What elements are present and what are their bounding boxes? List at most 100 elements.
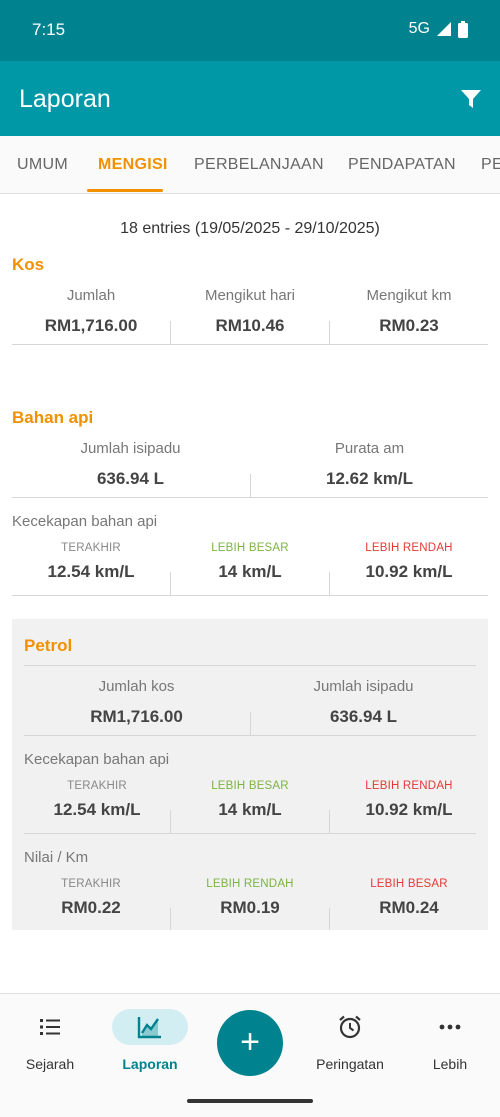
battery-icon	[458, 20, 468, 38]
petrol-per-km-title: Nilai / Km	[24, 849, 89, 866]
kos-per-day: Mengikut hari RM10.46	[171, 287, 329, 336]
status-bar: 7:15 5G	[0, 0, 500, 61]
kos-per-day-value: RM10.46	[215, 316, 285, 335]
petrol-total-cost-value: RM1,716.00	[90, 707, 183, 726]
section-title-petrol: Petrol	[24, 636, 73, 655]
petrol-pk-lower-value: RM0.19	[220, 898, 280, 917]
petrol-eff-higher: LEBIH BESAR 14 km/L	[171, 780, 329, 820]
kos-per-km: Mengikut km RM0.23	[330, 287, 488, 336]
petrol-total-cost: Jumlah kos RM1,716.00	[24, 678, 249, 727]
fuel-total-volume: Jumlah isipadu 636.94 L	[12, 440, 249, 489]
add-entry-button[interactable]: +	[217, 1010, 283, 1076]
petrol-pk-last: TERAKHIR RM0.22	[24, 878, 158, 918]
kos-per-day-label: Mengikut hari	[204, 287, 296, 304]
divider	[329, 321, 330, 344]
divider	[24, 735, 476, 736]
petrol-eff-last: TERAKHIR 12.54 km/L	[24, 780, 170, 820]
petrol-pk-higher-label: LEBIH BESAR	[370, 878, 448, 890]
app-bar: Laporan	[0, 61, 500, 136]
fuel-eff-lower: LEBIH RENDAH 10.92 km/L	[330, 542, 488, 582]
petrol-total-volume-label: Jumlah isipadu	[313, 678, 414, 695]
alarm-icon	[339, 1015, 361, 1039]
divider	[250, 712, 251, 735]
status-time: 7:15	[32, 20, 66, 39]
kos-total: Jumlah RM1,716.00	[12, 287, 170, 336]
petrol-pk-last-label: TERAKHIR	[61, 878, 121, 890]
divider	[24, 665, 476, 666]
section-title-bahan-api: Bahan api	[12, 408, 94, 427]
petrol-efficiency-title: Kecekapan bahan api	[24, 751, 170, 768]
fuel-eff-lower-label: LEBIH RENDAH	[365, 542, 453, 554]
divider	[12, 344, 488, 345]
divider	[12, 595, 488, 596]
tab-umum[interactable]: UMUM	[17, 156, 68, 174]
petrol-pk-lower: LEBIH RENDAH RM0.19	[171, 878, 329, 918]
divider	[170, 810, 171, 833]
nav-laporan-label: Laporan	[122, 1056, 178, 1072]
status-right: 5G	[409, 20, 468, 38]
petrol-eff-higher-value: 14 km/L	[218, 800, 282, 819]
tab-bar: UMUM MENGISI PERBELANJAAN PENDAPATAN PE	[0, 136, 500, 194]
nav-lebih[interactable]: Lebih	[405, 1010, 495, 1072]
fuel-eff-higher-label: LEBIH BESAR	[211, 542, 289, 554]
list-icon	[40, 1019, 60, 1035]
petrol-eff-last-value: 12.54 km/L	[53, 800, 141, 819]
petrol-eff-lower: LEBIH RENDAH 10.92 km/L	[330, 780, 488, 820]
petrol-pk-higher-value: RM0.24	[379, 898, 439, 917]
kos-total-value: RM1,716.00	[44, 316, 138, 335]
kos-per-km-value: RM0.23	[379, 316, 439, 335]
petrol-eff-lower-value: 10.92 km/L	[365, 800, 453, 819]
section-title-kos: Kos	[12, 255, 45, 274]
kos-per-km-label: Mengikut km	[366, 287, 452, 304]
nav-sejarah[interactable]: Sejarah	[5, 1010, 95, 1072]
fuel-average: Purata am 12.62 km/L	[251, 440, 488, 489]
fuel-eff-last: TERAKHIR 12.54 km/L	[12, 542, 170, 582]
divider	[329, 572, 330, 595]
page-title: Laporan	[19, 85, 111, 113]
divider	[170, 321, 171, 344]
fuel-efficiency-title: Kecekapan bahan api	[12, 513, 158, 530]
petrol-eff-lower-label: LEBIH RENDAH	[365, 780, 453, 792]
petrol-total-volume-value: 636.94 L	[329, 707, 398, 726]
fuel-average-label: Purata am	[334, 440, 405, 457]
petrol-pk-last-value: RM0.22	[61, 898, 121, 917]
fuel-eff-higher: LEBIH BESAR 14 km/L	[171, 542, 329, 582]
divider	[329, 810, 330, 833]
fuel-total-volume-value: 636.94 L	[96, 469, 165, 488]
more-icon	[439, 1024, 461, 1030]
divider	[24, 833, 476, 834]
divider	[12, 497, 488, 498]
tab-indicator	[87, 189, 163, 192]
nav-lebih-label: Lebih	[432, 1056, 468, 1072]
divider	[250, 474, 251, 497]
chart-icon	[137, 1017, 161, 1039]
petrol-total-cost-label: Jumlah kos	[98, 678, 175, 695]
nav-active-pill	[112, 1009, 188, 1045]
petrol-eff-higher-label: LEBIH BESAR	[211, 780, 289, 792]
petrol-eff-last-label: TERAKHIR	[67, 780, 127, 792]
nav-peringatan[interactable]: Peringatan	[305, 1010, 395, 1072]
petrol-pk-lower-label: LEBIH RENDAH	[206, 878, 294, 890]
network-label: 5G	[408, 20, 430, 37]
signal-icon	[437, 22, 451, 36]
tab-mengisi[interactable]: MENGISI	[98, 156, 168, 174]
tab-perbelanjaan[interactable]: PERBELANJAAN	[194, 156, 324, 174]
divider	[170, 572, 171, 595]
home-indicator[interactable]	[187, 1099, 313, 1103]
filter-icon[interactable]	[460, 88, 482, 110]
petrol-total-volume: Jumlah isipadu 636.94 L	[251, 678, 476, 727]
kos-total-label: Jumlah	[66, 287, 116, 304]
fuel-eff-last-value: 12.54 km/L	[47, 562, 135, 581]
petrol-pk-higher: LEBIH BESAR RM0.24	[330, 878, 488, 918]
tab-next[interactable]: PE	[481, 156, 500, 174]
fuel-average-value: 12.62 km/L	[326, 469, 413, 488]
divider	[329, 908, 330, 930]
tab-pendapatan[interactable]: PENDAPATAN	[348, 156, 456, 174]
fuel-eff-last-label: TERAKHIR	[61, 542, 121, 554]
nav-laporan[interactable]: Laporan	[105, 1009, 195, 1072]
entries-summary: 18 entries (19/05/2025 - 29/10/2025)	[120, 220, 380, 237]
fuel-total-volume-label: Jumlah isipadu	[80, 440, 181, 457]
divider	[170, 908, 171, 930]
fuel-eff-lower-value: 10.92 km/L	[365, 562, 453, 581]
nav-peringatan-label: Peringatan	[316, 1056, 384, 1072]
